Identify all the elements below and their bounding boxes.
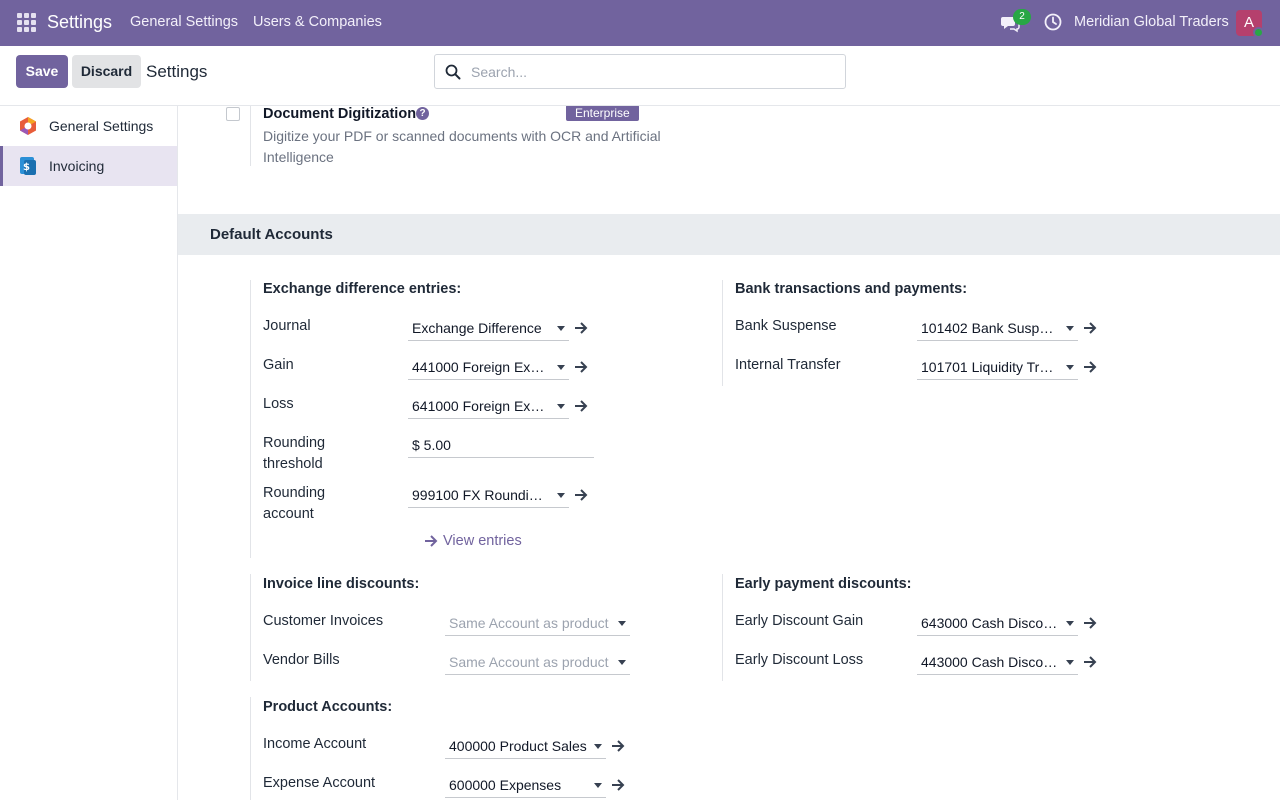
early-discount-gain-select[interactable]: 643000 Cash Discount Gain: [917, 609, 1078, 636]
arrow-right-icon[interactable]: [574, 399, 588, 413]
section-title: Default Accounts: [210, 226, 333, 243]
exchange-difference-title: Exchange difference entries:: [263, 281, 462, 297]
arrow-right-icon[interactable]: [611, 739, 625, 753]
arrow-right-icon[interactable]: [574, 488, 588, 502]
svg-text:$: $: [23, 162, 30, 173]
menu-users-companies[interactable]: Users & Companies: [253, 14, 382, 30]
view-entries-arrow-icon: [425, 535, 438, 547]
setting-divider: [250, 106, 251, 166]
rounding-threshold-label: Rounding threshold: [263, 435, 326, 472]
invoice-line-discounts-title: Invoice line discounts:: [263, 576, 420, 592]
vendor-bills-discount-select[interactable]: Same Account as product: [445, 648, 630, 675]
journal-select[interactable]: Exchange Difference: [408, 314, 569, 341]
sidebar-item-invoicing[interactable]: $ Invoicing: [0, 146, 177, 186]
online-status-dot: [1253, 27, 1264, 38]
setting-divider: [250, 697, 251, 800]
early-discount-loss-select[interactable]: 443000 Cash Discount Loss: [917, 648, 1078, 675]
settings-sidebar: General Settings $ Invoicing: [0, 106, 178, 800]
setting-divider: [722, 280, 723, 386]
company-switcher[interactable]: Meridian Global Traders: [1074, 14, 1229, 30]
activity-clock-icon[interactable]: [1044, 13, 1062, 31]
search-box[interactable]: [434, 54, 846, 89]
expense-account-label: Expense Account: [263, 775, 376, 791]
arrow-right-icon[interactable]: [1083, 655, 1097, 669]
sidebar-item-label: Invoicing: [49, 158, 105, 174]
apps-menu-icon[interactable]: [17, 13, 36, 32]
invoicing-icon: $: [20, 157, 36, 175]
default-accounts-section-header: Default Accounts: [178, 214, 1280, 255]
control-panel: Save Discard Settings: [0, 46, 1280, 106]
income-account-label: Income Account: [263, 736, 367, 752]
early-discount-loss-label: Early Discount Loss: [735, 652, 864, 668]
vendor-bills-label: Vendor Bills: [263, 652, 340, 668]
sidebar-item-label: General Settings: [49, 118, 154, 134]
help-icon[interactable]: ?: [416, 107, 429, 120]
arrow-right-icon[interactable]: [1083, 616, 1097, 630]
early-discount-gain-label: Early Discount Gain: [735, 613, 864, 629]
save-button[interactable]: Save: [16, 55, 68, 88]
early-payment-discounts-title: Early payment discounts:: [735, 576, 912, 592]
bank-suspense-label: Bank Suspense: [735, 318, 837, 334]
page-title: Settings: [146, 62, 208, 81]
rounding-account-label: Rounding account: [263, 485, 326, 522]
bank-suspense-select[interactable]: 101402 Bank Suspense Account: [917, 314, 1078, 341]
loss-label: Loss: [263, 396, 294, 412]
customer-invoices-label: Customer Invoices: [263, 613, 384, 629]
expense-account-select[interactable]: 600000 Expenses: [445, 771, 606, 798]
setting-divider: [722, 574, 723, 681]
income-account-select[interactable]: 400000 Product Sales: [445, 732, 606, 759]
rounding-threshold-input[interactable]: $ 5.00: [408, 431, 594, 458]
internal-transfer-select[interactable]: 101701 Liquidity Transfer: [917, 353, 1078, 380]
chat-count-badge: 2: [1013, 9, 1031, 25]
product-accounts-title: Product Accounts:: [263, 699, 393, 715]
gain-account-select[interactable]: 441000 Foreign Exchange Gain: [408, 353, 569, 380]
rounding-account-select[interactable]: 999100 FX Rounding Differences: [408, 481, 569, 508]
app-name[interactable]: Settings: [47, 12, 112, 33]
top-navbar: Settings General Settings Users & Compan…: [0, 0, 1280, 46]
settings-content: Document Digitization ? Enterprise Digit…: [178, 106, 1280, 800]
view-entries-link[interactable]: View entries: [443, 533, 522, 549]
document-digitization-checkbox[interactable]: [226, 107, 240, 121]
general-settings-icon: [20, 117, 36, 135]
setting-divider: [250, 280, 251, 558]
setting-divider: [250, 574, 251, 681]
loss-account-select[interactable]: 641000 Foreign Exchange Loss: [408, 392, 569, 419]
gain-label: Gain: [263, 357, 294, 373]
journal-label: Journal: [263, 318, 311, 334]
bank-transactions-title: Bank transactions and payments:: [735, 281, 968, 297]
arrow-right-icon[interactable]: [611, 778, 625, 792]
document-digitization-title: Document Digitization: [263, 106, 417, 122]
search-icon: [445, 64, 461, 80]
arrow-right-icon[interactable]: [1083, 321, 1097, 335]
arrow-right-icon[interactable]: [1083, 360, 1097, 374]
arrow-right-icon[interactable]: [574, 321, 588, 335]
enterprise-badge: Enterprise: [566, 106, 639, 121]
search-input[interactable]: [471, 62, 831, 82]
document-digitization-description: Digitize your PDF or scanned documents w…: [263, 128, 661, 165]
discard-button[interactable]: Discard: [72, 55, 141, 88]
customer-invoices-discount-select[interactable]: Same Account as product: [445, 609, 630, 636]
internal-transfer-label: Internal Transfer: [735, 357, 841, 373]
document-digitization-setting: Document Digitization ? Enterprise Digit…: [178, 106, 878, 176]
sidebar-item-general-settings[interactable]: General Settings: [0, 106, 177, 146]
arrow-right-icon[interactable]: [574, 360, 588, 374]
menu-general-settings[interactable]: General Settings: [130, 14, 238, 30]
